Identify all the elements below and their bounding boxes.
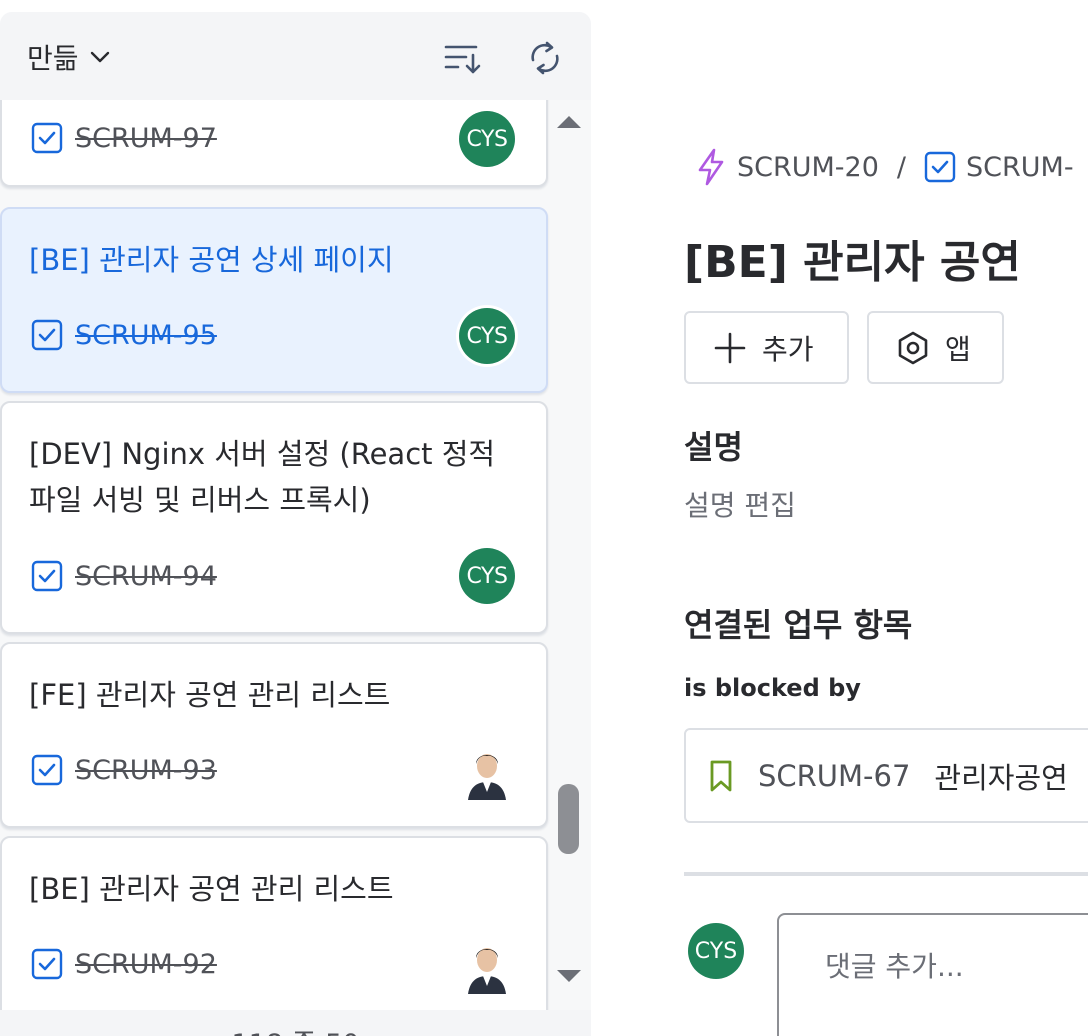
plus-icon — [714, 332, 746, 363]
task-checkbox-icon — [31, 122, 63, 154]
apps-hexagon-icon — [898, 331, 928, 364]
comment-user-avatar: CYS — [688, 923, 744, 979]
chevron-down-icon — [90, 51, 109, 63]
scrollbar-thumb[interactable] — [558, 784, 579, 854]
issue-title: [DEV] Nginx 서버 설정 (React 정적 파일 서빙 및 리버스 … — [29, 437, 496, 517]
issue-list: SCRUM-97 CYS [BE] 관리자 공연 상세 페이지 SCRUM-95… — [0, 100, 552, 1010]
epic-lightning-icon — [698, 148, 724, 186]
issue-key-row: SCRUM-95 — [31, 319, 217, 351]
issue-title: [FE] 관리자 공연 관리 리스트 — [29, 678, 391, 712]
breadcrumb-current[interactable]: SCRUM- — [924, 151, 1074, 183]
apps-button[interactable]: 앱 — [867, 311, 1004, 384]
issue-key-row: SCRUM-97 — [31, 122, 217, 154]
linked-items-heading: 연결된 업무 항목 — [684, 606, 913, 644]
issue-card[interactable]: SCRUM-97 CYS — [0, 100, 548, 187]
add-button[interactable]: 추가 — [684, 311, 849, 384]
issue-key-row: SCRUM-93 — [31, 754, 217, 786]
sort-order-icon[interactable] — [442, 38, 482, 78]
task-checkbox-icon — [31, 754, 63, 786]
description-heading: 설명 — [684, 428, 743, 466]
assignee-photo-avatar[interactable] — [464, 936, 510, 994]
description-editor[interactable]: 설명 편집 — [684, 484, 796, 524]
issue-card[interactable]: [BE] 관리자 공연 관리 리스트 SCRUM-92 — [0, 836, 548, 1010]
task-checkbox-icon — [31, 560, 63, 592]
issue-key[interactable]: SCRUM-97 — [75, 123, 217, 154]
scroll-up-arrow-icon[interactable] — [555, 112, 583, 132]
scroll-down-arrow-icon[interactable] — [555, 966, 583, 986]
issue-count: 118 중 50 — [0, 1010, 591, 1036]
section-divider — [684, 872, 1088, 876]
task-checkbox-icon — [31, 319, 63, 351]
issue-card[interactable]: [FE] 관리자 공연 관리 리스트 SCRUM-93 — [0, 642, 548, 828]
linked-issue-item[interactable]: SCRUM-67 관리자공연 — [684, 728, 1088, 823]
apps-button-label: 앱 — [945, 332, 971, 366]
issue-title-heading[interactable]: [BE] 관리자 공연 — [684, 226, 1021, 290]
sort-dropdown[interactable]: 만듦 — [27, 37, 111, 77]
issue-key[interactable]: SCRUM-92 — [75, 949, 217, 980]
breadcrumb-separator: / — [896, 151, 907, 183]
issue-list-panel: 만듦 SCRUM-97 CYS [BE] 관리자 공연 상세 페이지 SCRUM… — [0, 12, 591, 1036]
relation-type-label: is blocked by — [684, 674, 861, 702]
issue-list-header: 만듦 — [0, 12, 591, 100]
issue-key[interactable]: SCRUM-93 — [75, 755, 217, 786]
assignee-avatar[interactable]: CYS — [459, 111, 515, 167]
breadcrumb-parent-key: SCRUM-20 — [737, 151, 879, 183]
breadcrumb-parent[interactable]: SCRUM-20 — [695, 148, 879, 186]
issue-key[interactable]: SCRUM-94 — [75, 561, 217, 592]
add-button-label: 추가 — [762, 332, 814, 366]
assignee-avatar[interactable]: CYS — [459, 548, 515, 604]
breadcrumb-current-key: SCRUM- — [966, 151, 1074, 183]
issue-key-row: SCRUM-92 — [31, 948, 217, 980]
assignee-avatar[interactable]: CYS — [459, 308, 515, 364]
linked-issue-key: SCRUM-67 — [758, 758, 911, 793]
task-checkbox-icon — [924, 151, 956, 183]
issue-key-row: SCRUM-94 — [31, 560, 217, 592]
task-checkbox-icon — [31, 948, 63, 980]
assignee-photo-avatar[interactable] — [464, 742, 510, 800]
scrollbar-track[interactable] — [552, 100, 591, 998]
refresh-icon[interactable] — [525, 38, 565, 78]
issue-card-selected[interactable]: [BE] 관리자 공연 상세 페이지 SCRUM-95 CYS — [0, 207, 548, 393]
comment-input[interactable]: 댓글 추가... — [777, 913, 1088, 1036]
breadcrumb: SCRUM-20 / SCRUM- — [695, 148, 1074, 186]
issue-title: [BE] 관리자 공연 관리 리스트 — [29, 872, 394, 906]
linked-issue-summary: 관리자공연 — [934, 760, 1068, 795]
issue-key[interactable]: SCRUM-95 — [75, 320, 217, 351]
sort-label: 만듦 — [27, 42, 79, 75]
issue-card[interactable]: [DEV] Nginx 서버 설정 (React 정적 파일 서빙 및 리버스 … — [0, 401, 548, 634]
issue-title: [BE] 관리자 공연 상세 페이지 — [29, 243, 394, 277]
story-bookmark-icon — [710, 760, 732, 791]
